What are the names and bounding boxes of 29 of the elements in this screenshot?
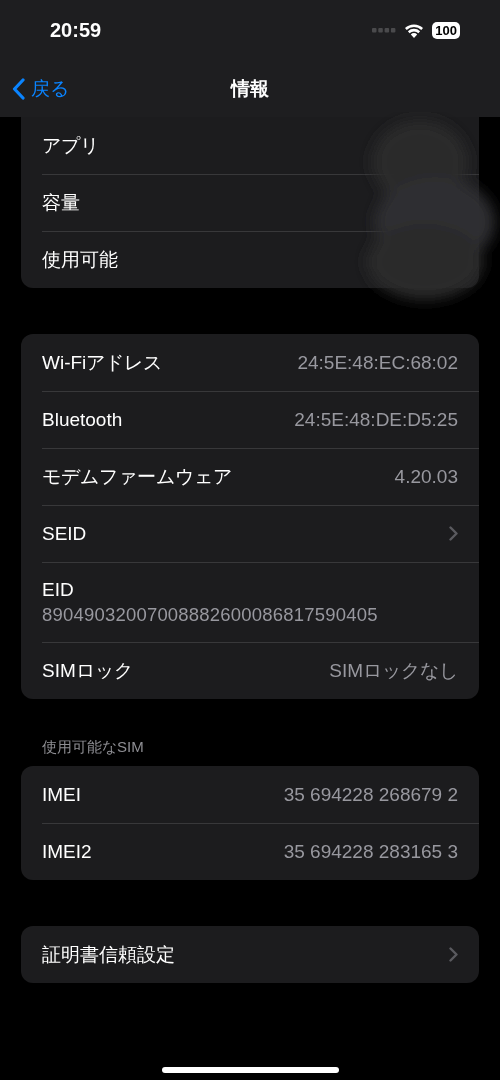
row-label: IMEI2 [42,840,92,863]
row-label: Wi-Fiアドレス [42,350,163,375]
row-label: モデムファームウェア [42,464,232,489]
battery-level: 100 [432,21,460,39]
chevron-icon [449,526,458,541]
row-label: IMEI [42,783,82,806]
row-value: 24:5E:48:DE:D5:25 [294,408,458,431]
nav-title: 情報 [231,76,269,101]
chevron-icon [449,947,458,962]
row-value: 4.20.03 [394,465,458,488]
row-label[interactable]: 証明書信頼設定 [42,941,175,968]
row-label: EID [42,578,74,601]
row-label: 容量 [42,190,80,215]
back-button[interactable]: 戻る [12,75,69,102]
row-label: 使用可能 [42,247,118,272]
wifi-icon [404,22,425,38]
row-label: SIMロック [42,658,133,683]
row-label: Bluetooth [42,408,123,431]
row-value: 89049032007008882600086817590405 [42,603,378,626]
chevron-left-icon [12,77,25,100]
row-label: アプリ [42,133,99,158]
section-header: 使用可能なSIM [42,738,144,755]
signal-icon [372,27,397,33]
status-time: 20:59 [50,18,102,42]
row-label[interactable]: SEID [42,522,87,545]
row-value: SIMロックなし [329,658,458,683]
row-value: 24:5E:48:EC:68:02 [297,351,458,374]
row-value: 35 694228 283165 3 [283,840,458,863]
row-value: 35 694228 268679 2 [283,783,458,806]
